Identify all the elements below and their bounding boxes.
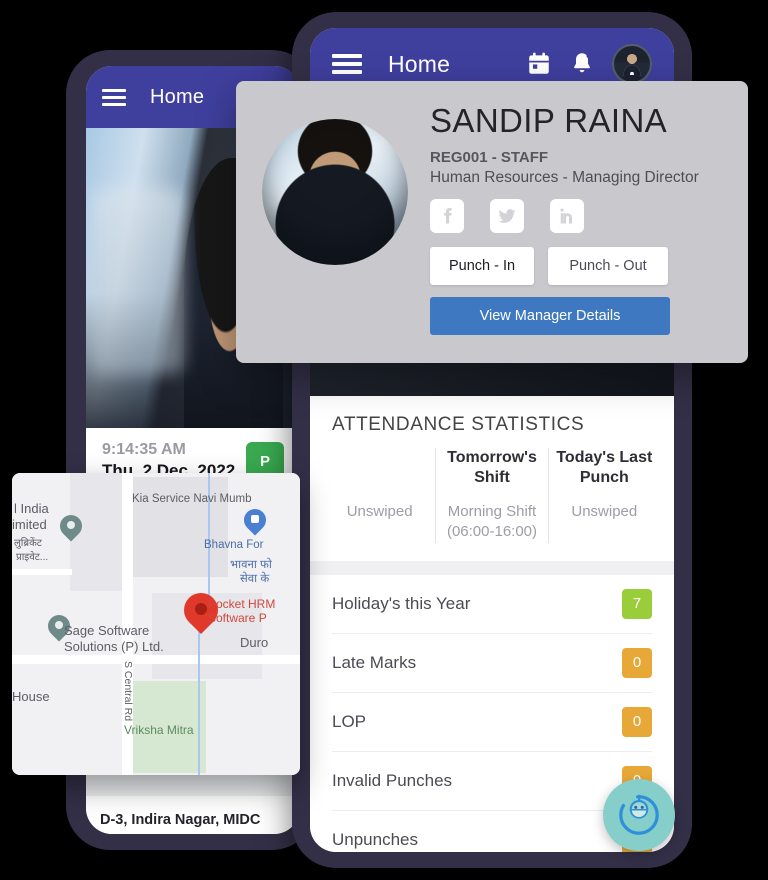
list-item-label: Late Marks (332, 652, 417, 672)
map-label: Pocket HRM (208, 597, 276, 611)
screenshot-stage: Home 9:14:35 AM Thu, 2 Dec, 2022 P D-3, … (0, 0, 768, 880)
page-title: Home (150, 85, 205, 108)
map-label: Solutions (P) Ltd. (64, 639, 164, 654)
stats-column-header: Tomorrow's Shift (447, 449, 537, 487)
map-label: Kia Service Navi Mumb (132, 493, 252, 505)
stats-column-value: Unswiped (571, 503, 638, 520)
profile-name: SANDIP RAINA (430, 102, 668, 139)
hamburger-menu-icon[interactable] (102, 88, 126, 106)
user-avatar[interactable] (612, 44, 652, 84)
map-label: l India (14, 501, 49, 516)
covid-assistant-bot-icon[interactable] (603, 779, 675, 851)
page-title: Home (388, 50, 451, 77)
social-links (430, 199, 722, 234)
list-item[interactable]: Invalid Punches0 (332, 752, 652, 811)
stats-column-header: Today's Last Punch (556, 449, 653, 487)
status-badge: 7 (622, 588, 652, 619)
list-item-label: Holiday's this Year (332, 593, 471, 613)
address-line-1: D-3, Indira Nagar, MIDC Industri (100, 812, 261, 834)
profile-department: Human Resources - Managing Director (430, 169, 699, 187)
stats-column: Tomorrow's Shift Morning Shift (06:00-16… (435, 448, 547, 543)
status-badge: 0 (622, 706, 652, 737)
stats-column: Unswiped (324, 448, 435, 543)
punch-in-button[interactable]: Punch - In (430, 247, 534, 286)
notification-bell-icon[interactable] (570, 51, 594, 77)
location-map-card[interactable]: Kia Service Navi Mumb Bhavna For भावना फ… (12, 473, 300, 775)
map-label: imited (12, 517, 47, 532)
map-pin[interactable] (239, 504, 271, 539)
map-label: Sage Software (64, 623, 150, 638)
profile-info: SANDIP RAINA REG001 - STAFF Human Resour… (430, 102, 722, 341)
list-item-label: LOP (332, 711, 367, 731)
map-canvas: Kia Service Navi Mumb Bhavna For भावना फ… (12, 473, 300, 775)
map-label: Duro (240, 635, 269, 650)
punch-out-button[interactable]: Punch - Out (548, 247, 668, 286)
profile-employee-id: REG001 - STAFF (430, 149, 549, 167)
attendance-columns: Unswiped Tomorrow's Shift Morning Shift … (310, 446, 674, 561)
list-item[interactable]: Holiday's this Year 7 (332, 575, 652, 634)
map-label: Vriksha Mitra (124, 723, 194, 737)
profile-card: SANDIP RAINA REG001 - STAFF Human Resour… (236, 81, 748, 363)
map-label: सेवा के (240, 573, 270, 585)
attendance-statistics-card: ATTENDANCE STATISTICS Unswiped Tomorrow'… (310, 396, 674, 561)
map-label: प्राइवेट... (16, 552, 49, 563)
list-item[interactable]: LOP 0 (332, 693, 652, 752)
facebook-icon[interactable] (430, 199, 464, 234)
stats-column: Today's Last Punch Unswiped (547, 448, 660, 543)
profile-avatar (262, 119, 408, 265)
list-item-label: Invalid Punches (332, 770, 453, 790)
map-pin[interactable] (55, 510, 87, 545)
header-actions (526, 44, 652, 84)
calendar-icon[interactable] (526, 51, 552, 77)
map-label: S Central Rd (122, 661, 134, 722)
map-label: House (12, 689, 50, 704)
stats-column-header (330, 448, 429, 490)
hamburger-menu-icon[interactable] (332, 54, 362, 74)
punch-actions: Punch - In Punch - Out (430, 247, 722, 286)
stats-column-value: Unswiped (346, 503, 413, 520)
map-label: Software P (208, 611, 267, 625)
map-label: भावना फो (230, 559, 272, 571)
office-address: D-3, Indira Nagar, MIDC Industri Mumbai,… (86, 796, 300, 834)
list-item[interactable]: Late Marks 0 (332, 634, 652, 693)
map-label: Bhavna For (204, 539, 264, 551)
status-badge: 0 (622, 647, 652, 678)
stats-column-value: Morning Shift (06:00-16:00) (446, 503, 538, 541)
view-manager-details-button[interactable]: View Manager Details (430, 297, 670, 336)
twitter-icon[interactable] (490, 199, 524, 234)
current-time: 9:14:35 AM (102, 441, 186, 458)
linkedin-icon[interactable] (550, 199, 584, 234)
map-label: लुब्रिकेंट (14, 538, 42, 549)
attendance-section-title: ATTENDANCE STATISTICS (332, 414, 585, 435)
list-item-label: Unpunches (332, 829, 419, 849)
